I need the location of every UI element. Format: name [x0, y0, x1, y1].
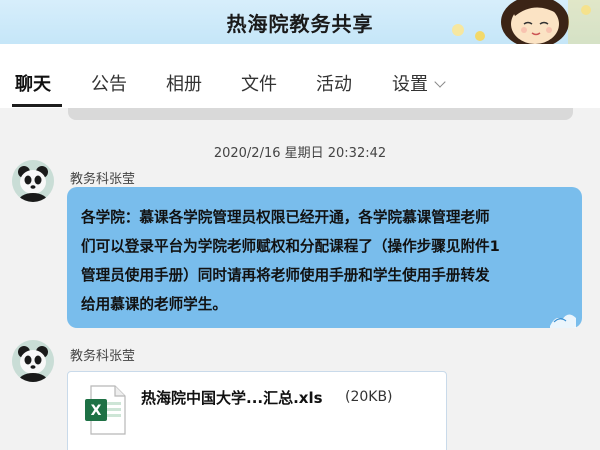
tab-activities[interactable]: 活动: [316, 70, 352, 96]
tab-settings[interactable]: 设置: [392, 70, 446, 96]
chat-area[interactable]: 2020/2/16 星期日 20:32:42 教务科张莹 各学院：慕课各学院管理…: [0, 108, 600, 450]
wave-decoration-icon: [550, 314, 576, 328]
tab-announcements[interactable]: 公告: [91, 70, 127, 96]
message-text: 各学院：慕课各学院管理员权限已经开通，各学院慕课管理老师 们可以登录平台为学院老…: [81, 209, 500, 313]
window-header: 热海院教务共享: [0, 0, 600, 44]
avatar[interactable]: [12, 160, 54, 202]
excel-icon: X: [85, 385, 126, 435]
avatar[interactable]: [12, 340, 54, 382]
message-timestamp: 2020/2/16 星期日 20:32:42: [213, 146, 387, 161]
panda-avatar-icon: [12, 160, 54, 202]
header-decoration-illustration: [452, 0, 600, 44]
file-attachment-card[interactable]: X 热海院中国大学...汇总.xls (20KB): [67, 371, 447, 450]
message-sender: 教务科张莹: [70, 349, 136, 364]
tab-album[interactable]: 相册: [166, 70, 202, 96]
message-bubble[interactable]: 各学院：慕课各学院管理员权限已经开通，各学院慕课管理老师 们可以登录平台为学院老…: [67, 187, 582, 328]
tab-files[interactable]: 文件: [241, 70, 277, 96]
chevron-down-icon: [434, 76, 446, 88]
tab-chat[interactable]: 聊天: [15, 70, 51, 96]
tab-settings-label: 设置: [392, 74, 428, 95]
message-sender: 教务科张莹: [70, 172, 136, 187]
tab-bar: 聊天 公告 相册 文件 活动 设置: [0, 44, 600, 108]
panda-avatar-icon: [12, 340, 54, 382]
previous-message-bubble: [68, 108, 573, 120]
active-tab-indicator: [12, 104, 62, 107]
file-size: (20KB): [345, 389, 393, 405]
svg-text:X: X: [91, 403, 102, 419]
file-name[interactable]: 热海院中国大学...汇总.xls: [141, 387, 323, 408]
